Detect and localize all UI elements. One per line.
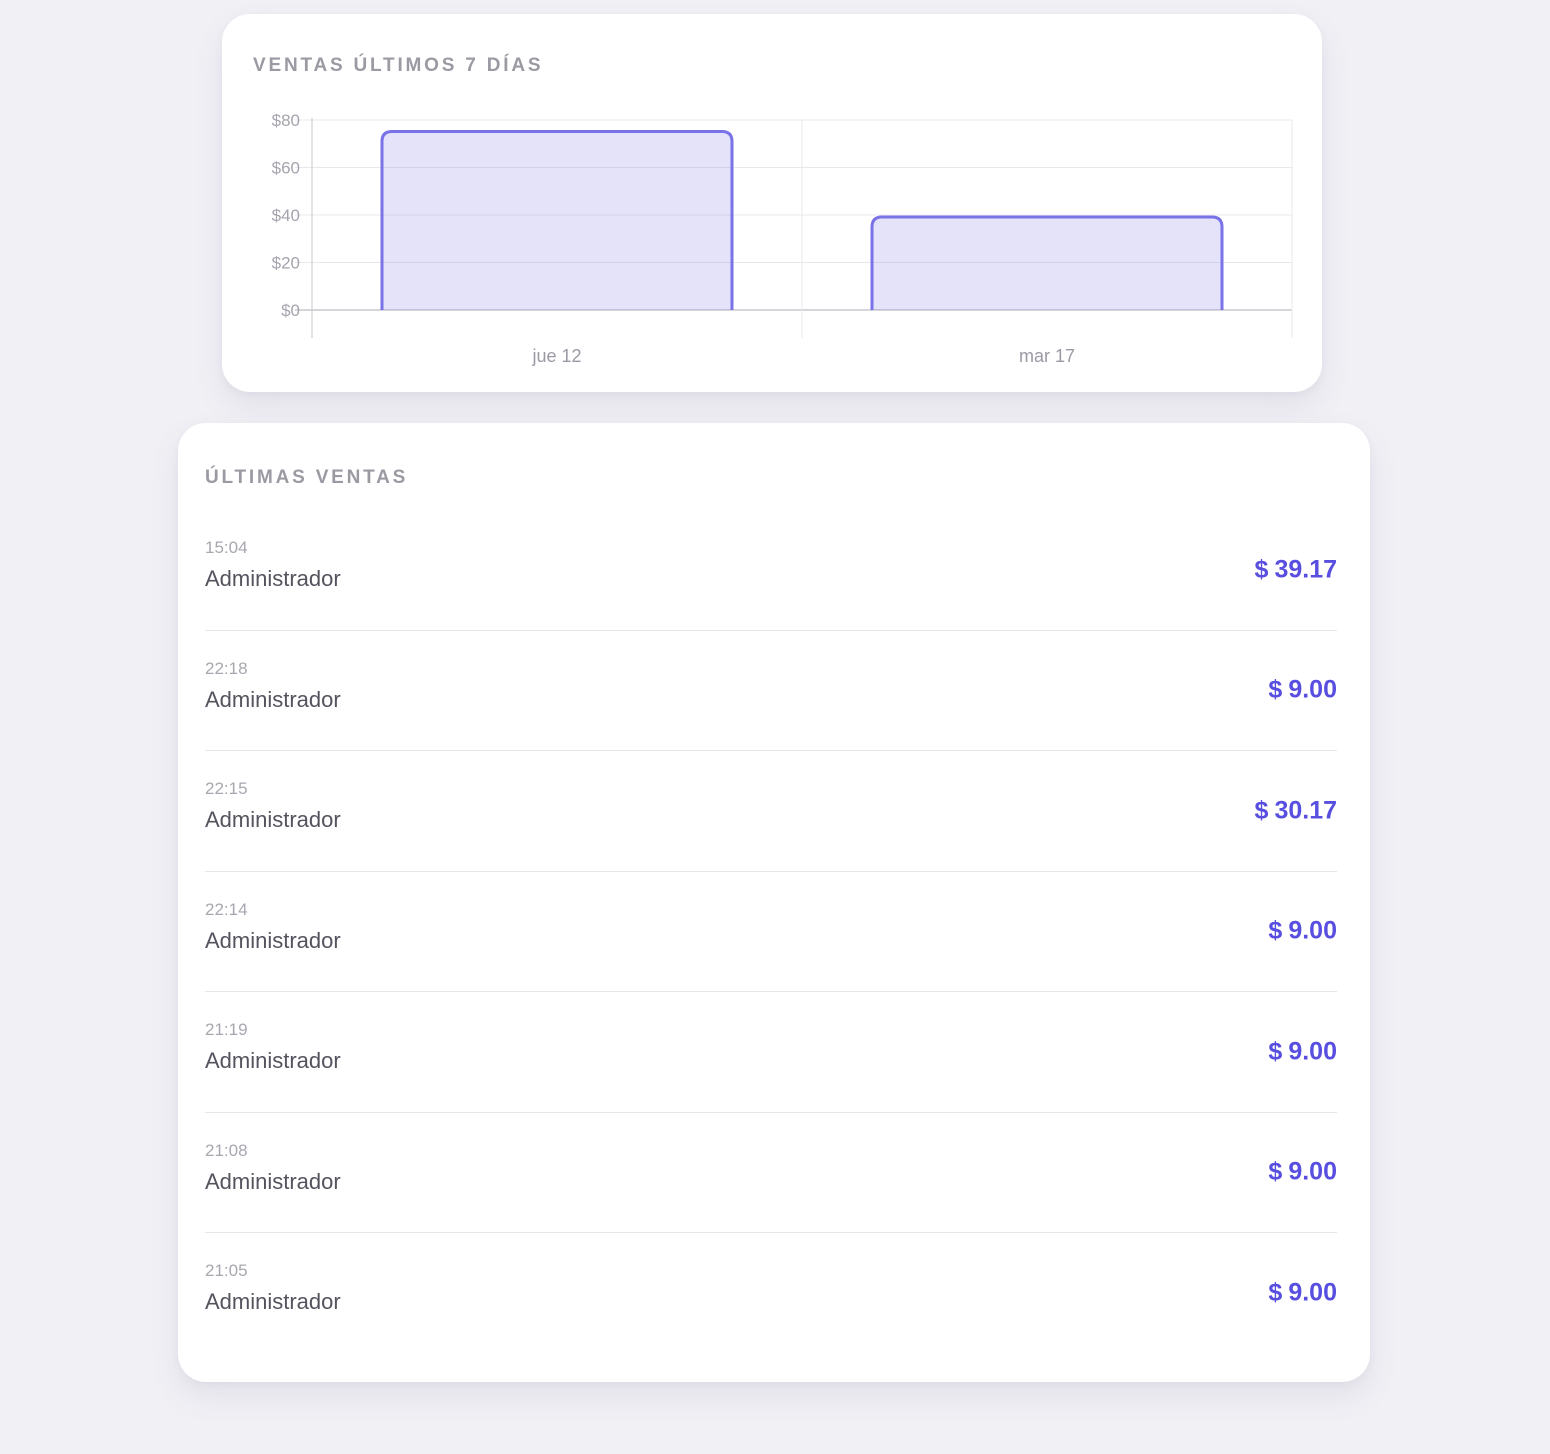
sale-row: 22:15 Administrador $30.17 — [205, 751, 1337, 872]
sale-user: Administrador — [205, 1167, 1337, 1197]
sale-time: 22:14 — [205, 899, 1337, 920]
sale-row: 22:18 Administrador $9.00 — [205, 631, 1337, 752]
currency-symbol: $ — [1268, 917, 1282, 945]
sale-time: 21:08 — [205, 1140, 1337, 1161]
sale-user: Administrador — [205, 805, 1337, 835]
latest-sales-title: ÚLTIMAS VENTAS — [205, 467, 408, 489]
sale-user: Administrador — [205, 1046, 1337, 1076]
sales-chart-card: VENTAS ÚLTIMOS 7 DÍAS $0$20$40$60$80jue … — [222, 14, 1322, 392]
y-axis-tick-label: $0 — [281, 301, 300, 320]
sale-amount-value: 9.00 — [1288, 1158, 1337, 1186]
sale-amount-value: 9.00 — [1288, 917, 1337, 945]
sale-amount: $9.00 — [1268, 676, 1337, 705]
sale-row: 21:19 Administrador $9.00 — [205, 992, 1337, 1113]
currency-symbol: $ — [1255, 555, 1269, 583]
x-axis-category-label: mar 17 — [1019, 346, 1075, 366]
y-axis-tick-label: $40 — [272, 206, 300, 225]
sale-time: 22:18 — [205, 658, 1337, 679]
sale-amount: $30.17 — [1255, 796, 1337, 825]
sale-amount-value: 9.00 — [1288, 1037, 1337, 1065]
sale-row: 22:14 Administrador $9.00 — [205, 872, 1337, 993]
currency-symbol: $ — [1268, 1158, 1282, 1186]
sale-amount: $9.00 — [1268, 1279, 1337, 1308]
sale-user: Administrador — [205, 685, 1337, 715]
y-axis-tick-label: $80 — [272, 111, 300, 130]
sale-time: 21:05 — [205, 1260, 1337, 1281]
sales-bar-chart: $0 $20 $40 $60 $80 jue 12 mar 17 — [222, 14, 1322, 392]
sale-amount-value: 9.00 — [1288, 1279, 1337, 1307]
y-axis-tick-label: $60 — [272, 159, 300, 178]
currency-symbol: $ — [1268, 1037, 1282, 1065]
sale-amount: $9.00 — [1268, 1158, 1337, 1187]
sale-amount: $9.00 — [1268, 917, 1337, 946]
sale-amount: $39.17 — [1255, 555, 1337, 584]
sale-amount: $9.00 — [1268, 1037, 1337, 1066]
sale-amount-value: 9.00 — [1288, 676, 1337, 704]
sales-list: 15:04 Administrador $39.17 22:18 Adminis… — [205, 510, 1337, 1354]
sale-amount-value: 39.17 — [1274, 555, 1337, 583]
sale-user: Administrador — [205, 564, 1337, 594]
chart-bar[interactable] — [872, 217, 1222, 310]
sale-row: 21:08 Administrador $9.00 — [205, 1113, 1337, 1234]
latest-sales-card: ÚLTIMAS VENTAS 15:04 Administrador $39.1… — [178, 423, 1370, 1382]
x-axis-category-label: jue 12 — [531, 346, 581, 366]
sale-row: 15:04 Administrador $39.17 — [205, 510, 1337, 631]
currency-symbol: $ — [1268, 1279, 1282, 1307]
sale-user: Administrador — [205, 1287, 1337, 1317]
currency-symbol: $ — [1255, 796, 1269, 824]
sale-time: 15:04 — [205, 537, 1337, 558]
currency-symbol: $ — [1268, 676, 1282, 704]
sale-time: 21:19 — [205, 1019, 1337, 1040]
sale-row: 21:05 Administrador $9.00 — [205, 1233, 1337, 1354]
sale-amount-value: 30.17 — [1274, 796, 1337, 824]
sale-user: Administrador — [205, 926, 1337, 956]
y-axis-tick-label: $20 — [272, 254, 300, 273]
chart-bar[interactable] — [382, 131, 732, 310]
sale-time: 22:15 — [205, 778, 1337, 799]
